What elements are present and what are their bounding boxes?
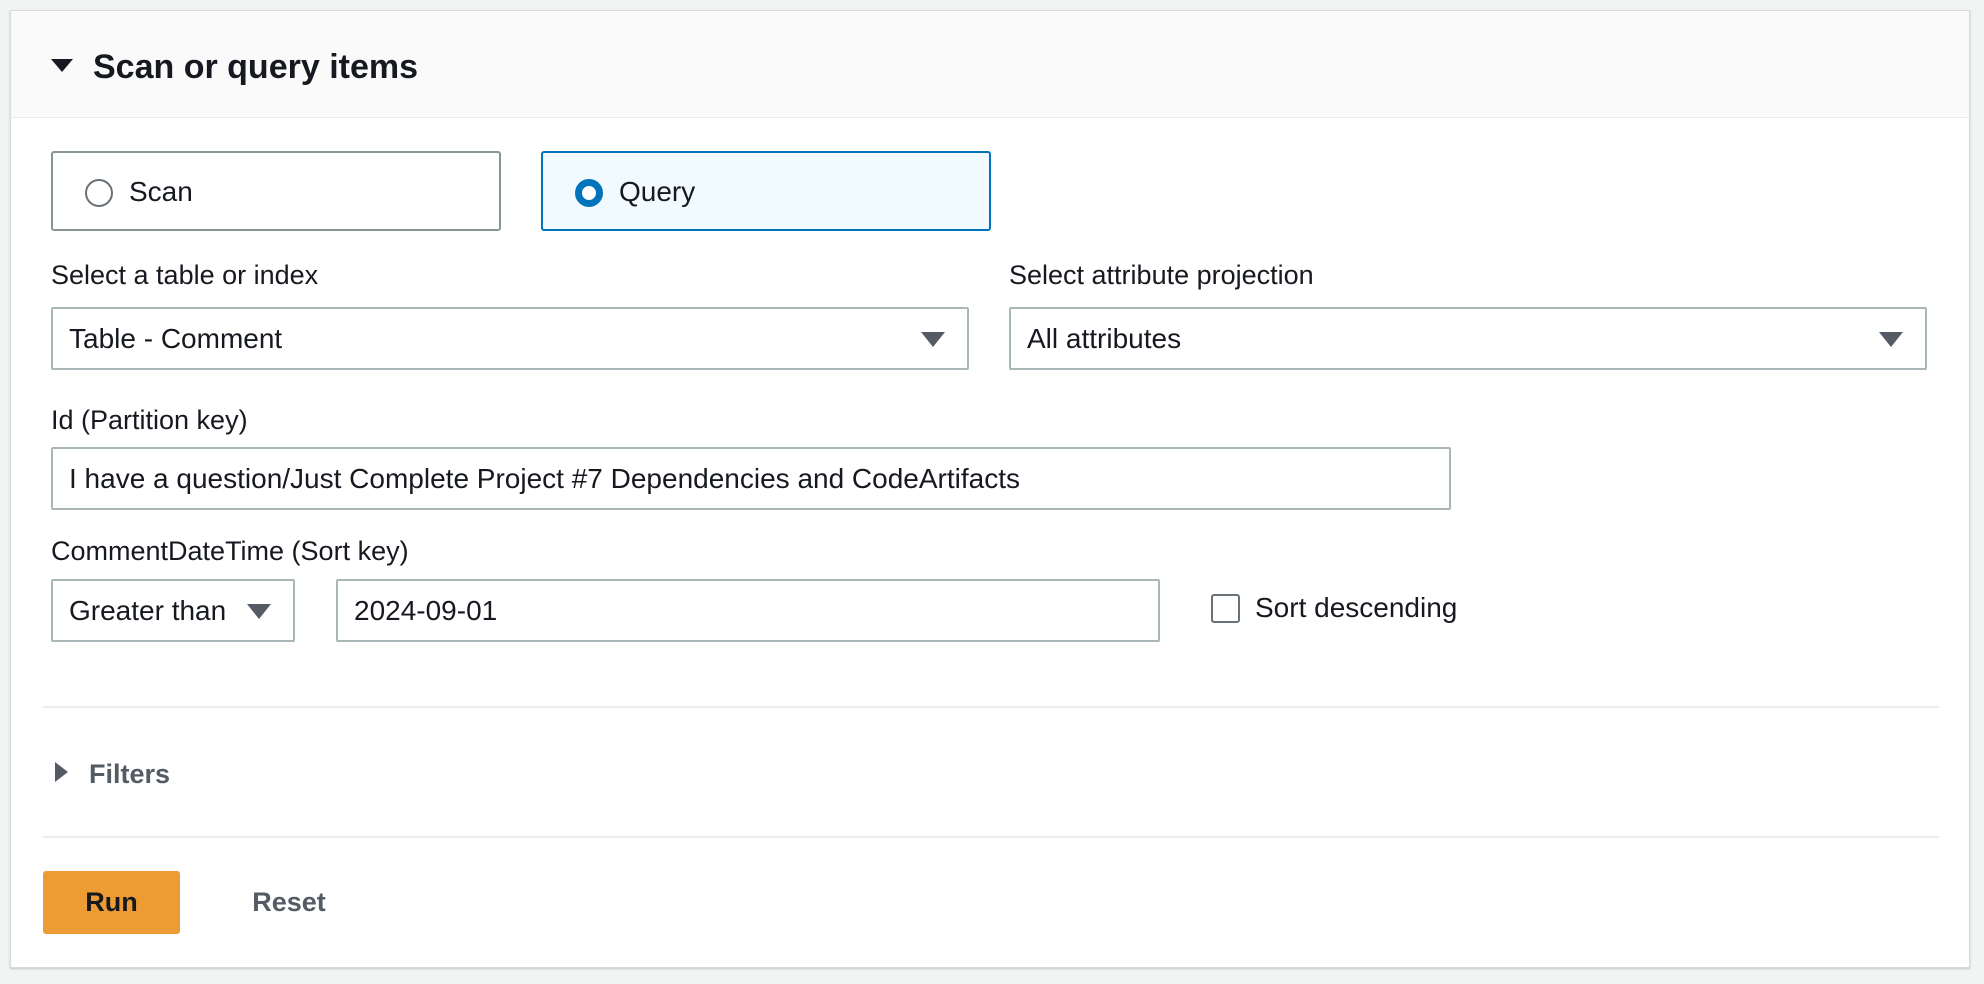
projection-select[interactable]: All attributes	[1009, 307, 1927, 370]
partition-key-label: Id (Partition key)	[51, 405, 248, 435]
caret-down-icon[interactable]	[51, 59, 73, 72]
caret-down-icon	[921, 332, 945, 347]
filters-label[interactable]: Filters	[89, 758, 170, 790]
partition-key-value: I have a question/Just Complete Project …	[69, 463, 1021, 494]
sort-descending-checkbox[interactable]	[1211, 594, 1240, 623]
divider	[43, 706, 1939, 708]
scan-option-tile[interactable]: Scan	[51, 151, 501, 231]
filters-toggle[interactable]	[51, 601, 211, 645]
table-select-value: Table - Comment	[69, 323, 283, 354]
caret-right-icon[interactable]	[55, 762, 68, 782]
table-select-label: Select a table or index	[51, 260, 319, 290]
scan-query-panel: Scan or query items Scan Query Select a …	[10, 10, 1970, 968]
divider	[43, 836, 1939, 838]
run-button[interactable]: Run	[43, 871, 180, 934]
query-radio[interactable]	[575, 179, 603, 207]
projection-select-value: All attributes	[1027, 323, 1182, 354]
projection-select-label: Select attribute projection	[1009, 260, 1314, 290]
caret-down-icon	[1879, 332, 1903, 347]
sort-descending-label[interactable]: Sort descending	[1255, 590, 1457, 626]
query-option-label: Query	[619, 176, 696, 207]
sort-key-label: CommentDateTime (Sort key)	[51, 536, 409, 566]
scan-radio[interactable]	[85, 179, 113, 207]
partition-key-input[interactable]: I have a question/Just Complete Project …	[51, 447, 1451, 510]
caret-down-icon	[247, 604, 271, 619]
table-select[interactable]: Table - Comment	[51, 307, 969, 370]
reset-button[interactable]: Reset	[239, 871, 339, 934]
query-option-tile[interactable]: Query	[541, 151, 991, 231]
panel-title: Scan or query items	[93, 48, 419, 86]
panel-header[interactable]: Scan or query items	[11, 11, 1969, 118]
sort-key-value-input[interactable]: 2024-09-01	[336, 579, 1160, 642]
sort-key-value: 2024-09-01	[354, 595, 498, 626]
scan-option-label: Scan	[129, 176, 193, 207]
